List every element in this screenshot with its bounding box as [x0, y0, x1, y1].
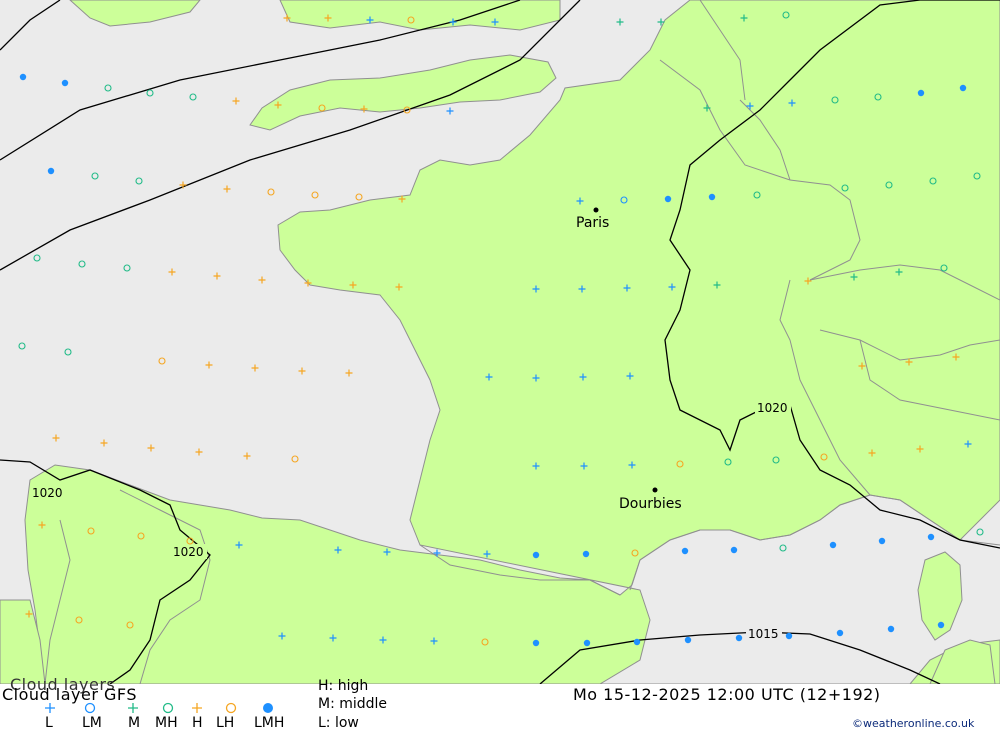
- legend-plus-orange-icon: [192, 703, 202, 713]
- cloud-dot-symbol: [532, 639, 540, 647]
- copyright-link[interactable]: ©weatheronline.co.uk: [852, 717, 974, 730]
- legend-key-lh: LH: [216, 715, 235, 731]
- svg-text:1015: 1015: [748, 627, 779, 641]
- city-label-paris: Paris: [576, 215, 609, 231]
- level-high: H: high: [318, 678, 369, 694]
- cloud-dot-symbol: [829, 541, 837, 549]
- legend-plus-blue-icon: [45, 703, 55, 713]
- level-middle: M: middle: [318, 696, 388, 712]
- cloud-dot-symbol: [532, 551, 540, 559]
- cloud-dot-symbol: [582, 550, 590, 558]
- map-title: Cloud layer GFS: [2, 685, 137, 704]
- legend-circle-orange-icon: [225, 702, 237, 714]
- svg-text:1020: 1020: [757, 401, 788, 415]
- city-marker-paris: [593, 207, 599, 213]
- cloud-dot-symbol: [19, 73, 27, 81]
- cloud-dot-symbol: [61, 79, 69, 87]
- cloud-dot-symbol: [730, 546, 738, 554]
- legend-dot-blue-icon: [263, 703, 273, 713]
- legend-plus-green-icon: [128, 703, 138, 713]
- legend-key-lmh: LMH: [254, 715, 285, 731]
- level-low: L: low: [318, 715, 359, 731]
- city-marker-dourbies: [652, 487, 658, 493]
- legend-circle-green-icon: [162, 702, 174, 714]
- cloud-dot-symbol: [887, 625, 895, 633]
- cloud-dot-symbol: [633, 638, 641, 646]
- cloud-dot-symbol: [917, 89, 925, 97]
- land-england-north: [279, 0, 561, 31]
- cloud-dot-symbol: [937, 621, 945, 629]
- svg-text:1020: 1020: [32, 486, 63, 500]
- cloud-dot-symbol: [735, 634, 743, 642]
- cloud-dot-symbol: [583, 639, 591, 647]
- forecast-datetime: Mo 15-12-2025 12:00 UTC (12+192): [573, 685, 881, 704]
- cloud-dot-symbol: [836, 629, 844, 637]
- cloud-dot-symbol: [664, 195, 672, 203]
- legend-circle-blue-icon: [84, 702, 96, 714]
- legend-key-mh: MH: [155, 715, 178, 731]
- cloud-dot-symbol: [708, 193, 716, 201]
- legend-key-m: M: [128, 715, 141, 731]
- legend-key-lm: LM: [82, 715, 102, 731]
- legend-key-l: L: [45, 715, 53, 731]
- cloud-dot-symbol: [959, 84, 967, 92]
- legend-bar: Cloud layers Cloud layer GFS L LM M MH H…: [0, 675, 1000, 733]
- cloud-dot-symbol: [47, 167, 55, 175]
- cloud-dot-symbol: [927, 533, 935, 541]
- svg-text:1020: 1020: [173, 545, 204, 559]
- cloud-dot-symbol: [684, 636, 692, 644]
- city-label-dourbies: Dourbies: [619, 496, 682, 512]
- weather-map: 1020 1020 1020 1015 Paris Dourbies: [0, 0, 1000, 684]
- cloud-dot-symbol: [878, 537, 886, 545]
- cloud-dot-symbol: [785, 632, 793, 640]
- cloud-dot-symbol: [681, 547, 689, 555]
- legend-key-h: H: [192, 715, 203, 731]
